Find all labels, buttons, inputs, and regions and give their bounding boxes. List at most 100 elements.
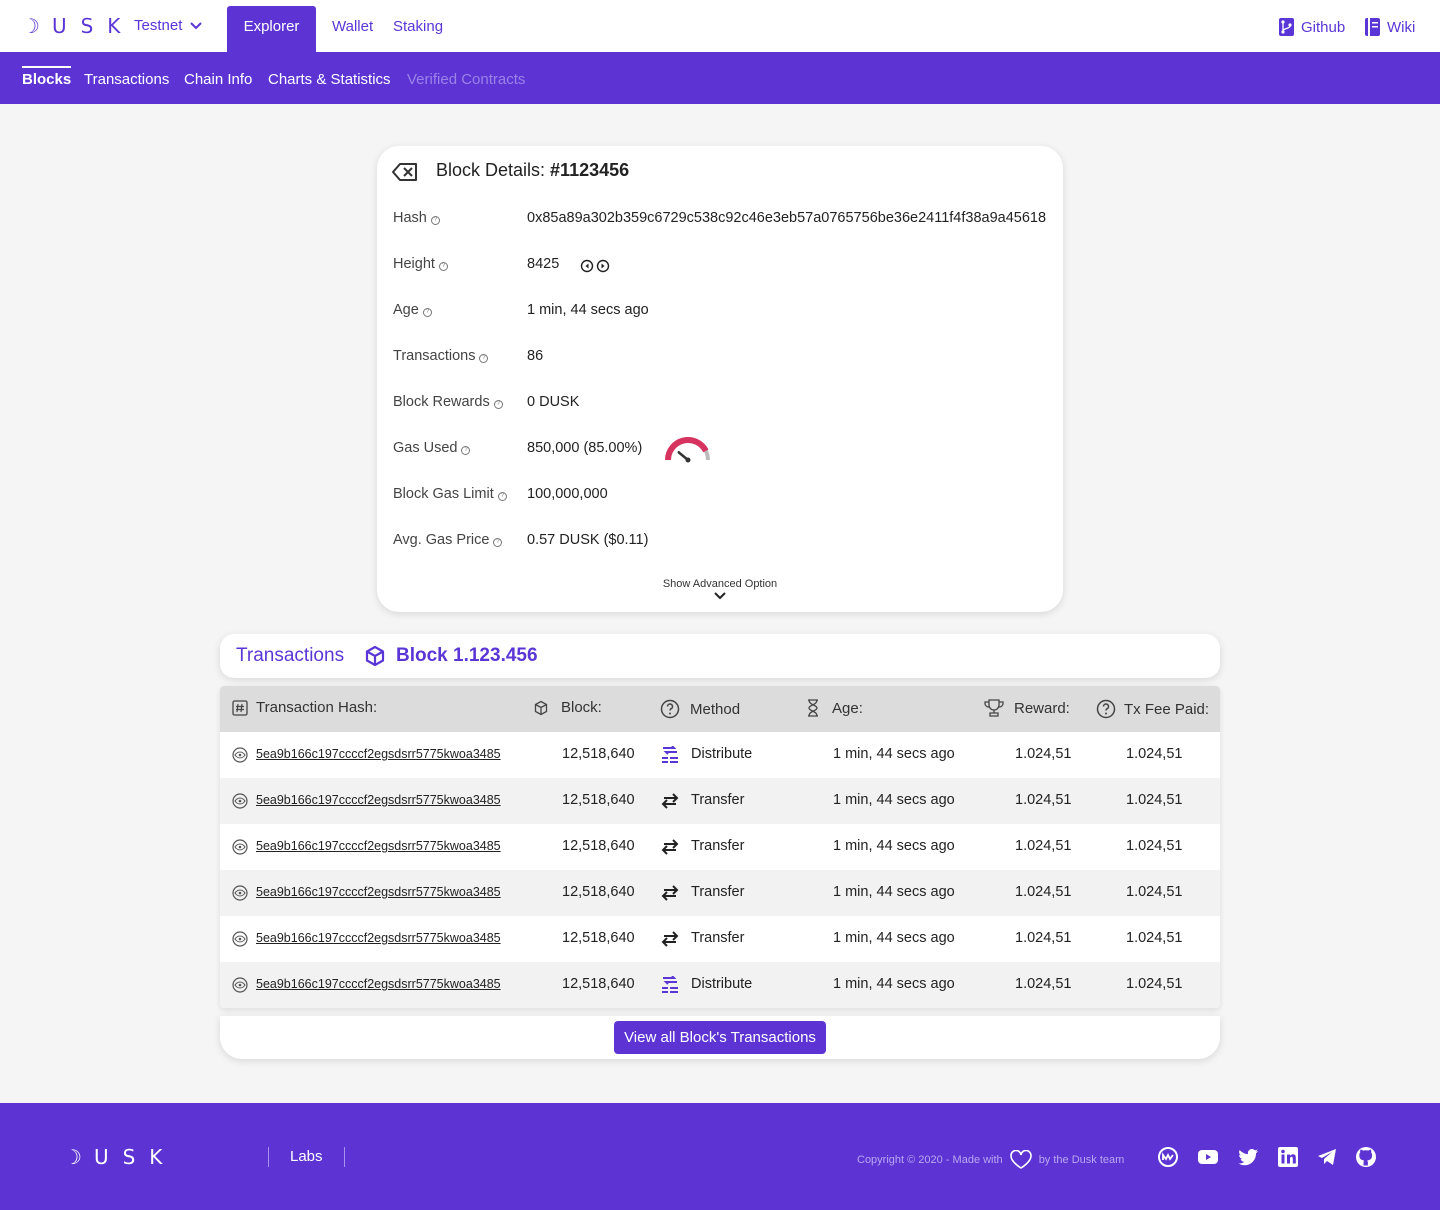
col-reward[interactable]: Reward: [984,699,1070,717]
age-value: 1 min, 44 secs ago [833,792,955,808]
method-value: Transfer [691,930,745,946]
chevron-down-icon [190,21,203,29]
detail-value-avg-gas-price: 0.57 DUSK ($0.11) [527,532,649,548]
transaction-hash-link[interactable]: 5ea9b166c197ccccf2egsdsrr5775kwoa3485 [256,793,501,807]
eye-icon[interactable] [232,931,248,947]
table-row[interactable]: 5ea9b166c197ccccf2egsdsrr5775kwoa3485 12,… [220,732,1220,778]
book-icon [1365,18,1380,36]
detail-label-age: Age? [393,302,432,318]
subnav-blocks[interactable]: Blocks [22,66,72,88]
col-transaction-hash[interactable]: Transaction Hash: [232,699,377,716]
next-block-icon[interactable] [596,259,610,273]
hash-icon [232,699,248,716]
detail-label-transactions: Transactions? [393,348,489,364]
subnav-transactions[interactable]: Transactions [84,71,169,88]
show-advanced-option[interactable]: Show Advanced Option [377,578,1063,600]
network-label: Testnet [134,17,183,34]
transactions-title: Transactions [236,645,345,666]
table-row[interactable]: 5ea9b166c197ccccf2egsdsrr5775kwoa3485 12,… [220,824,1220,870]
linkedin-icon[interactable] [1277,1146,1299,1168]
transaction-hash-link[interactable]: 5ea9b166c197ccccf2egsdsrr5775kwoa3485 [256,839,501,853]
view-all-transactions-button[interactable]: View all Block's Transactions [614,1021,826,1054]
eye-icon[interactable] [232,885,248,901]
block-value: 12,518,640 [562,930,635,946]
heart-icon [1009,1150,1032,1169]
transaction-hash-link[interactable]: 5ea9b166c197ccccf2egsdsrr5775kwoa3485 [256,977,501,991]
fee-value: 1.024,51 [1126,930,1183,946]
table-row[interactable]: 5ea9b166c197ccccf2egsdsrr5775kwoa3485 12,… [220,870,1220,916]
reward-value: 1.024,51 [1015,792,1072,808]
subnav-charts-statistics[interactable]: Charts & Statistics [268,71,391,88]
tab-staking[interactable]: Staking [377,0,459,52]
subnav-verified-contracts[interactable]: Verified Contracts [407,71,525,88]
method-value: Transfer [691,792,745,808]
transfer-icon [661,793,679,809]
youtube-icon[interactable] [1197,1146,1219,1168]
previous-block-icon[interactable] [580,259,594,273]
fee-value: 1.024,51 [1126,838,1183,854]
twitter-icon[interactable] [1237,1146,1259,1168]
trophy-icon [984,699,1004,717]
detail-label-block-rewards: Block Rewards? [393,394,503,410]
col-age[interactable]: Age: [806,699,863,717]
help-icon[interactable]: ? [430,216,440,225]
github-label: Github [1301,18,1346,36]
github-link[interactable]: Github [1278,17,1345,37]
eye-icon[interactable] [232,793,248,809]
age-value: 1 min, 44 secs ago [833,838,955,854]
question-icon [660,699,680,719]
help-icon[interactable]: ? [461,446,471,455]
block-details-title: Block Details: #1123456 [436,160,630,180]
help-icon[interactable]: ? [422,308,432,317]
network-selector[interactable]: Testnet [134,17,203,34]
detail-value-hash: 0x85a89a302b359c6729c538c92c46e3eb57a076… [527,210,1047,226]
top-bar: ☽ USK Testnet Explorer Wallet Staking Git… [0,0,1440,52]
cube-icon [365,645,385,667]
github-icon[interactable] [1355,1146,1377,1168]
tab-explorer[interactable]: Explorer [227,6,316,52]
detail-value-block-rewards: 0 DUSK [527,394,580,410]
col-method[interactable]: Method [660,699,740,719]
help-icon[interactable]: ? [479,354,489,363]
transactions-header: Transactions Block 1.123.456 [220,634,1220,678]
labs-link[interactable]: Labs [290,1148,323,1165]
block-number: #1123456 [550,160,630,180]
table-row[interactable]: 5ea9b166c197ccccf2egsdsrr5775kwoa3485 12,… [220,962,1220,1008]
transaction-hash-link[interactable]: 5ea9b166c197ccccf2egsdsrr5775kwoa3485 [256,747,501,761]
distribute-icon [662,976,678,993]
transaction-hash-link[interactable]: 5ea9b166c197ccccf2egsdsrr5775kwoa3485 [256,931,501,945]
help-icon[interactable]: ? [493,538,503,547]
detail-label-hash: Hash? [393,210,440,226]
eye-icon[interactable] [232,839,248,855]
reward-value: 1.024,51 [1015,930,1072,946]
table-row[interactable]: 5ea9b166c197ccccf2egsdsrr5775kwoa3485 12,… [220,916,1220,962]
dusk-logo[interactable]: ☽ USK [64,1145,176,1169]
detail-value-gas-used: 850,000 (85.00%) [527,440,643,456]
divider [344,1147,345,1167]
col-tx-fee-paid[interactable]: Tx Fee Paid: [1096,699,1209,719]
reward-value: 1.024,51 [1015,884,1072,900]
table-row[interactable]: 5ea9b166c197ccccf2egsdsrr5775kwoa3485 12,… [220,778,1220,824]
detail-label-gas-used: Gas Used? [393,440,471,456]
backspace-icon[interactable] [391,161,419,183]
help-icon[interactable]: ? [438,262,448,271]
eye-icon[interactable] [232,977,248,993]
eye-icon[interactable] [232,747,248,763]
transaction-hash-link[interactable]: 5ea9b166c197ccccf2egsdsrr5775kwoa3485 [256,885,501,899]
wiki-label: Wiki [1387,18,1416,36]
coinmarketcap-icon[interactable] [1157,1146,1179,1168]
subnav-chain-info[interactable]: Chain Info [184,71,252,88]
gas-gauge-icon [665,437,710,463]
block-value: 12,518,640 [562,838,635,854]
method-value: Transfer [691,884,745,900]
wiki-link[interactable]: Wiki [1364,17,1415,37]
help-icon[interactable]: ? [493,400,503,409]
help-icon[interactable]: ? [497,492,507,501]
hourglass-icon [808,699,818,717]
question-icon [1096,699,1116,719]
transactions-footer: View all Block's Transactions [220,1016,1220,1059]
telegram-icon[interactable] [1316,1146,1338,1168]
dusk-logo[interactable]: ☽ USK [22,14,134,38]
col-block[interactable]: Block: [533,699,602,716]
method-value: Distribute [691,976,753,992]
